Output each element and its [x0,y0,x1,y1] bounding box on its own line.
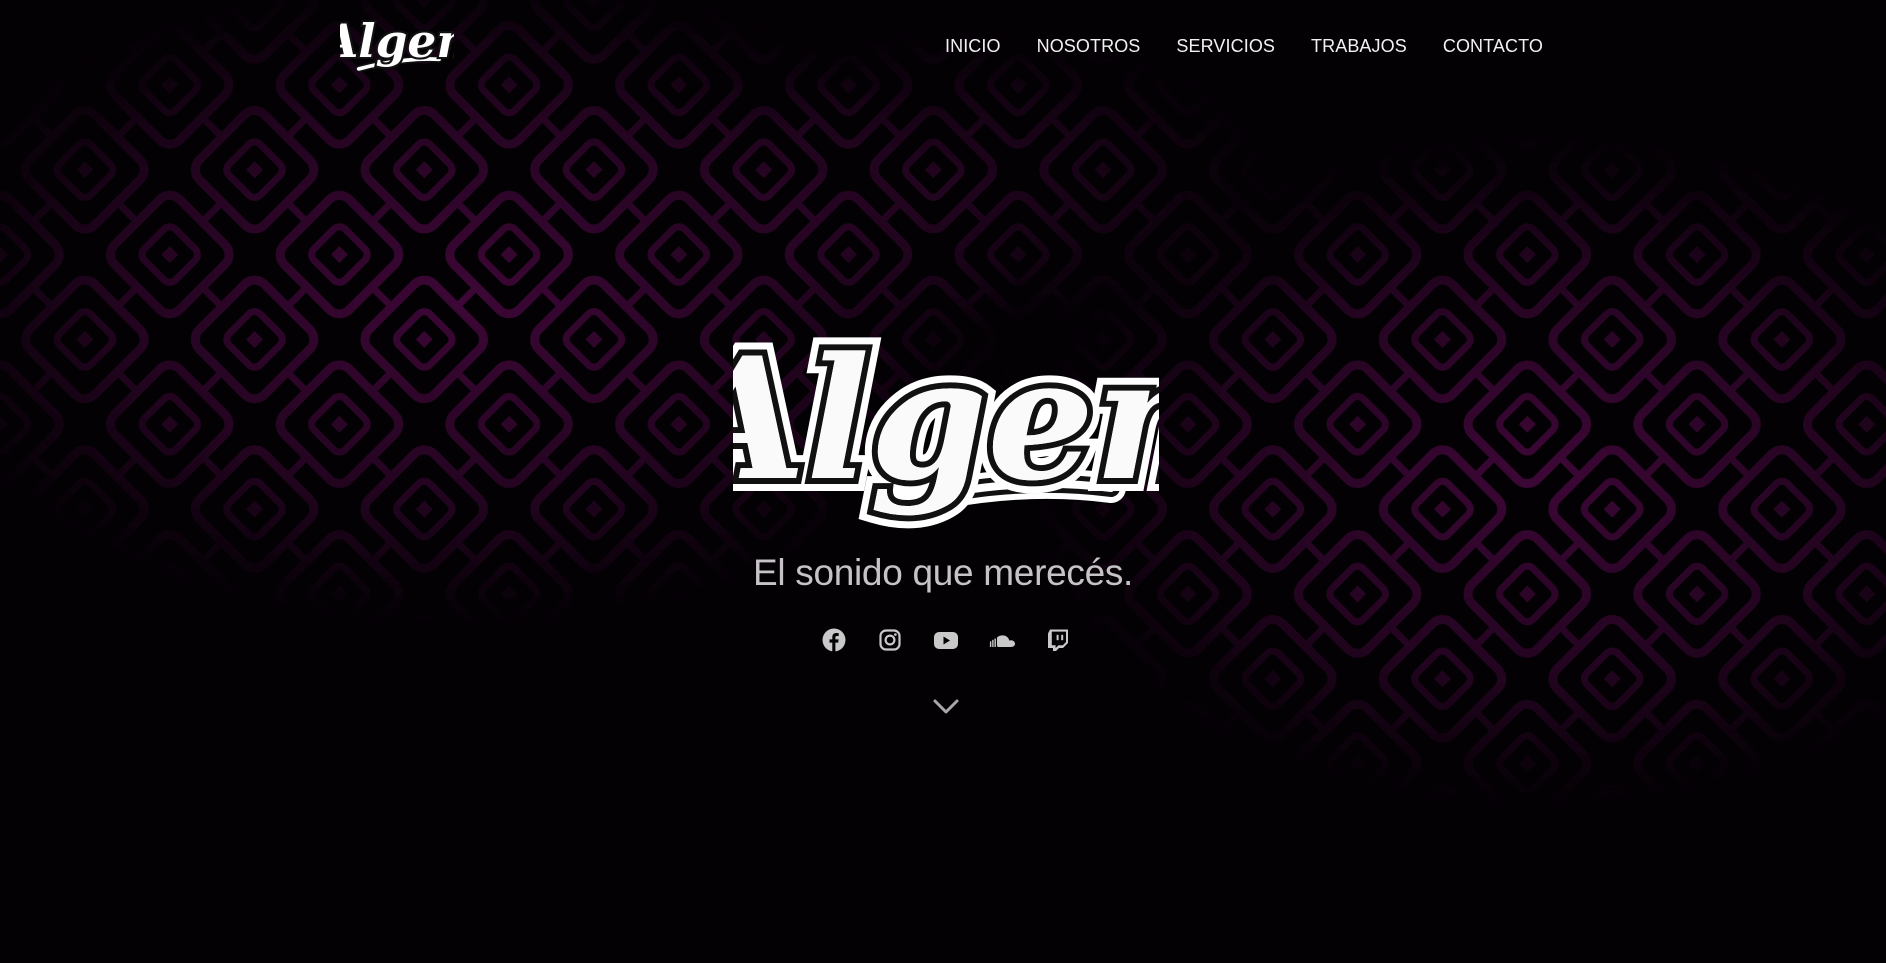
svg-text:Algen: Algen [340,14,454,68]
page: Algen INICIO NOSOTROS SERVICIOS TRABAJOS… [0,0,1886,963]
site-logo[interactable]: Algen [340,12,454,76]
instagram-link[interactable] [876,626,904,654]
nav-item-nosotros[interactable]: NOSOTROS [1037,36,1141,57]
scroll-down-button[interactable] [930,694,962,720]
youtube-icon [934,632,958,649]
nav-item-servicios[interactable]: SERVICIOS [1176,36,1275,57]
hero-tagline: El sonido que merecés. [752,552,1134,593]
nav-item-trabajos[interactable]: TRABAJOS [1311,36,1407,57]
twitch-link[interactable] [1044,626,1072,654]
nav-item-inicio[interactable]: INICIO [945,36,1001,57]
chevron-down-icon [933,699,959,714]
soundcloud-icon [989,635,1015,647]
youtube-link[interactable] [932,626,960,654]
social-links [820,626,1072,654]
instagram-icon [879,629,901,651]
soundcloud-link[interactable] [988,626,1016,654]
svg-text:Algen: Algen [733,320,1159,518]
hero-logo: Algen Algen Algen [733,308,1159,531]
facebook-icon [822,628,846,652]
twitch-icon [1048,629,1068,651]
main-nav: INICIO NOSOTROS SERVICIOS TRABAJOS CONTA… [945,36,1543,57]
nav-item-contacto[interactable]: CONTACTO [1443,36,1543,57]
facebook-link[interactable] [820,626,848,654]
site-header: Algen INICIO NOSOTROS SERVICIOS TRABAJOS… [0,0,1886,96]
